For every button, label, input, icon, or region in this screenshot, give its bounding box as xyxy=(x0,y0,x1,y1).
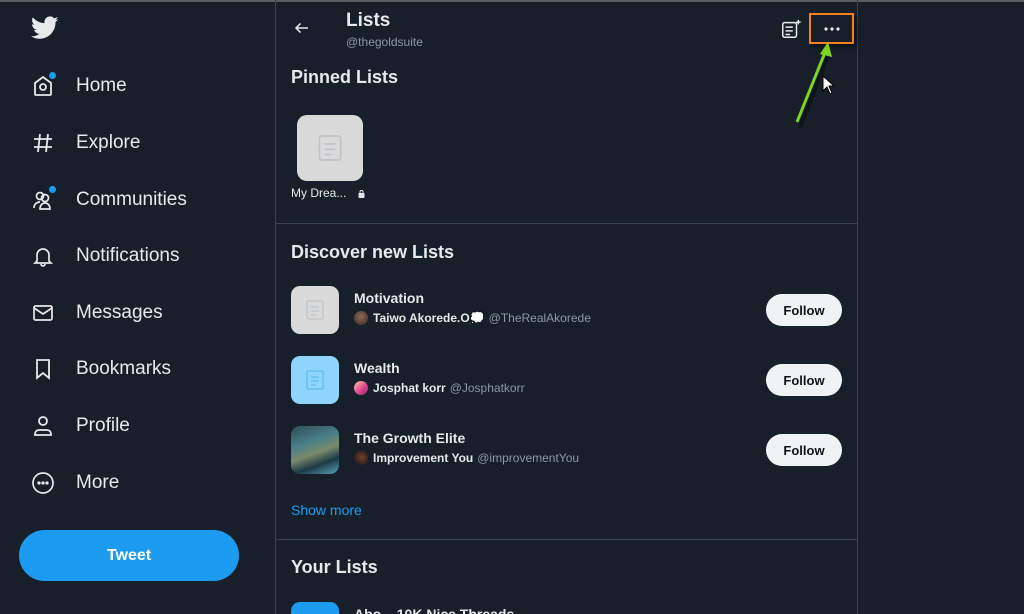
sidebar-item-bookmarks[interactable]: Bookmarks xyxy=(28,349,171,389)
sidebar-item-home[interactable]: Home xyxy=(28,66,127,106)
list-name: Motivation xyxy=(354,290,424,306)
sidebar-item-label: Bookmarks xyxy=(76,358,172,379)
follow-button[interactable]: Follow xyxy=(766,364,842,396)
sidebar-item-label: More xyxy=(76,472,120,493)
bell-icon xyxy=(28,241,58,271)
sidebar-item-label: Notifications xyxy=(76,245,180,266)
show-more-link[interactable]: Show more xyxy=(291,502,362,518)
list-thumbnail xyxy=(291,286,339,334)
section-divider xyxy=(276,539,857,540)
list-icon xyxy=(318,135,342,161)
list-name: Wealth xyxy=(354,360,400,376)
create-list-button[interactable] xyxy=(780,18,802,40)
sidebar-item-label: Home xyxy=(76,75,127,96)
owner-name: Improvement You xyxy=(373,451,474,465)
more-circle-icon xyxy=(28,468,58,498)
new-list-icon xyxy=(782,19,801,38)
list-owner: Josphat korr @Josphatkorr xyxy=(354,381,525,395)
lists-page: Lists @thegoldsuite Pinned Lists My Drea… xyxy=(275,0,858,614)
follow-button[interactable]: Follow xyxy=(766,434,842,466)
avatar xyxy=(354,381,368,395)
pinned-list-tile[interactable] xyxy=(297,115,363,181)
avatar xyxy=(354,451,368,465)
sidebar-item-profile[interactable]: Profile xyxy=(28,406,130,446)
bookmark-icon xyxy=(28,354,58,384)
list-icon xyxy=(306,370,324,390)
your-lists-heading: Your Lists xyxy=(291,557,378,577)
communities-icon xyxy=(28,185,58,215)
owner-handle: @improvementYou xyxy=(477,451,580,465)
avatar xyxy=(354,311,368,325)
section-divider xyxy=(276,223,857,224)
sidebar-item-label: Profile xyxy=(76,415,130,436)
notification-dot xyxy=(49,186,56,193)
back-button[interactable] xyxy=(290,16,314,40)
ellipsis-icon xyxy=(823,26,840,31)
hashtag-icon xyxy=(28,128,58,158)
lock-icon xyxy=(358,190,365,198)
sidebar-item-label: Communities xyxy=(76,189,187,210)
person-icon xyxy=(28,411,58,441)
owner-name: Josphat korr xyxy=(373,381,446,395)
sidebar: Home Explore Communities Notifications M… xyxy=(0,0,276,614)
sidebar-item-label: Messages xyxy=(76,302,163,323)
list-icon xyxy=(306,300,324,320)
discover-lists-heading: Discover new Lists xyxy=(291,242,455,262)
user-handle: @thegoldsuite xyxy=(346,35,423,49)
sidebar-item-communities[interactable]: Communities xyxy=(28,180,187,220)
list-thumbnail-photo xyxy=(291,426,339,474)
pinned-lists-heading: Pinned Lists xyxy=(291,67,399,87)
more-options-button[interactable] xyxy=(809,13,854,44)
list-item[interactable]: Motivation Taiwo Akorede.O💭 @TheRealAkor… xyxy=(276,280,857,340)
list-name[interactable]: Abo... 10K Nice Threads xyxy=(354,606,514,614)
mouse-cursor-icon xyxy=(822,75,836,95)
sidebar-item-notifications[interactable]: Notifications xyxy=(28,236,180,276)
sidebar-item-label: Explore xyxy=(76,132,141,153)
pinned-list-name: My Drea... xyxy=(291,186,347,200)
arrow-left-icon xyxy=(294,22,308,34)
tweet-button[interactable]: Tweet xyxy=(19,530,239,581)
sidebar-item-more[interactable]: More xyxy=(28,463,119,503)
page-title: Lists xyxy=(346,10,391,31)
notification-dot xyxy=(49,72,56,79)
list-name: The Growth Elite xyxy=(354,430,466,446)
sidebar-item-explore[interactable]: Explore xyxy=(28,123,140,163)
owner-handle: @Josphatkorr xyxy=(449,381,525,395)
twitter-bird-icon[interactable] xyxy=(31,16,59,40)
sidebar-item-messages[interactable]: Messages xyxy=(28,293,163,333)
list-owner: Taiwo Akorede.O💭 @TheRealAkorede xyxy=(354,311,591,325)
list-owner: Improvement You @improvementYou xyxy=(354,451,579,465)
list-thumbnail[interactable] xyxy=(291,602,339,614)
owner-handle: @TheRealAkorede xyxy=(488,311,591,325)
follow-button[interactable]: Follow xyxy=(766,294,842,326)
list-thumbnail xyxy=(291,356,339,404)
owner-name: Taiwo Akorede.O💭 xyxy=(373,311,485,325)
list-item[interactable]: Wealth Josphat korr @Josphatkorr Follow xyxy=(276,350,857,410)
home-icon xyxy=(28,71,58,101)
envelope-icon xyxy=(28,298,58,328)
list-item[interactable]: The Growth Elite Improvement You @improv… xyxy=(276,420,857,480)
